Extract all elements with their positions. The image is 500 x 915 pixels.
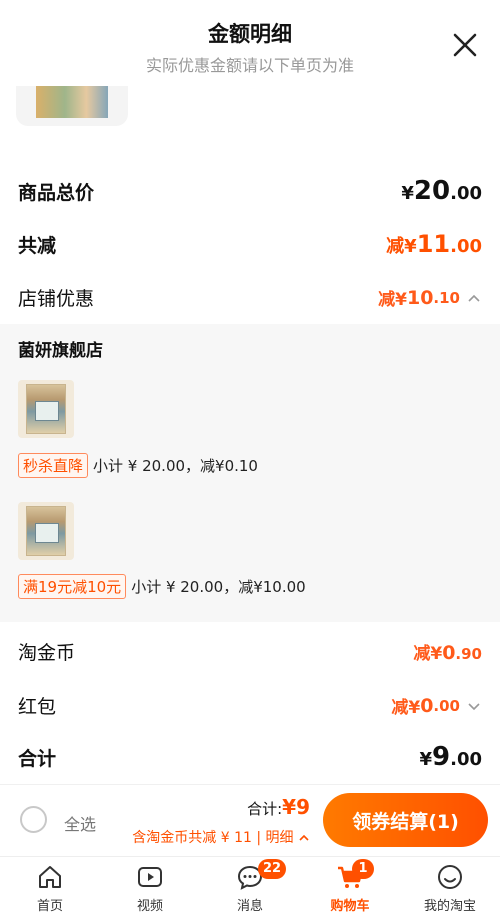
coin-row: 淘金币 减¥0.90 bbox=[18, 638, 482, 665]
coin-label: 淘金币 bbox=[18, 642, 76, 664]
video-icon bbox=[138, 867, 162, 887]
tab-bar: 首页 视频 22 消息 1 购物车 我的淘宝 bbox=[0, 856, 500, 915]
chevron-down-icon[interactable] bbox=[466, 698, 482, 714]
redpacket-row[interactable]: 红包 减¥ 0.00 bbox=[18, 692, 482, 719]
discount-tag: 满19元减10元 bbox=[18, 574, 127, 599]
tab-messages[interactable]: 22 消息 bbox=[200, 857, 300, 915]
page-title: 金额明细 bbox=[208, 22, 292, 46]
close-icon[interactable] bbox=[448, 28, 482, 62]
total-value: ¥9.00 bbox=[419, 742, 482, 772]
home-icon bbox=[39, 866, 61, 888]
page-subtitle: 实际优惠金额请以下单页为准 bbox=[145, 56, 354, 75]
shop-discount-row[interactable]: 店铺优惠 减¥ 10.10 bbox=[18, 284, 482, 311]
tab-label: 购物车 bbox=[330, 899, 370, 914]
goods-total-row: 商品总价 ¥20.00 bbox=[18, 176, 482, 206]
select-all-label[interactable]: 全选 bbox=[64, 811, 96, 835]
item-image[interactable] bbox=[18, 502, 74, 560]
item-image[interactable] bbox=[18, 380, 74, 438]
discount-detail: 小计 ¥ 20.00，减¥10.00 bbox=[131, 578, 306, 596]
coin-value: 减¥0.90 bbox=[413, 642, 482, 664]
profile-icon bbox=[438, 865, 462, 889]
detail-header: 金额明细 实际优惠金额请以下单页为准 bbox=[0, 0, 500, 86]
tab-cart[interactable]: 1 购物车 bbox=[300, 857, 400, 915]
redpacket-label: 红包 bbox=[18, 696, 57, 718]
select-all-radio[interactable] bbox=[20, 806, 47, 833]
redpacket-value: 减¥ 0.00 bbox=[391, 693, 482, 718]
total-label: 合计 bbox=[18, 747, 57, 770]
tab-label: 我的淘宝 bbox=[423, 899, 476, 914]
discount-detail: 小计 ¥ 20.00，减¥0.10 bbox=[93, 457, 258, 475]
product-thumbnail bbox=[36, 86, 108, 118]
bottom-total: 合计:¥9 bbox=[247, 795, 310, 819]
shop-discount-label: 店铺优惠 bbox=[18, 288, 95, 310]
total-reduce-label: 共减 bbox=[18, 234, 57, 257]
checkout-bar: 全选 合计:¥9 含淘金币共减 ¥ 11 | 明细 领券结算(1) bbox=[0, 784, 500, 856]
item-discount-line: 秒杀直降 小计 ¥ 20.00，减¥0.10 bbox=[18, 453, 258, 478]
tab-video[interactable]: 视频 bbox=[100, 857, 200, 915]
total-row: 合计 ¥9.00 bbox=[18, 742, 482, 772]
tab-home[interactable]: 首页 bbox=[0, 857, 100, 915]
shop-name: 菌妍旗舰店 bbox=[18, 341, 103, 361]
discount-tag: 秒杀直降 bbox=[18, 453, 89, 478]
tab-label: 首页 bbox=[36, 899, 63, 914]
goods-total-value: ¥20.00 bbox=[401, 176, 482, 206]
checkout-button[interactable]: 领券结算(1) bbox=[323, 793, 488, 847]
tab-profile[interactable]: 我的淘宝 bbox=[400, 857, 500, 915]
cart-badge: 1 bbox=[352, 859, 374, 879]
chevron-up-icon[interactable] bbox=[466, 290, 482, 306]
reduce-detail-link[interactable]: 含淘金币共减 ¥ 11 | 明细 bbox=[132, 827, 310, 847]
total-reduce-row: 共减 减¥11.00 bbox=[18, 230, 482, 258]
goods-total-label: 商品总价 bbox=[18, 181, 95, 204]
message-badge: 22 bbox=[258, 859, 287, 879]
tab-label: 消息 bbox=[236, 899, 263, 914]
total-reduce-value: 减¥11.00 bbox=[386, 230, 482, 258]
product-thumbnail-card bbox=[16, 86, 128, 126]
tab-label: 视频 bbox=[136, 899, 163, 914]
item-discount-line: 满19元减10元 小计 ¥ 20.00，减¥10.00 bbox=[18, 574, 306, 599]
shop-discount-value: 减¥ 10.10 bbox=[378, 285, 482, 310]
chevron-up-icon bbox=[299, 834, 309, 841]
